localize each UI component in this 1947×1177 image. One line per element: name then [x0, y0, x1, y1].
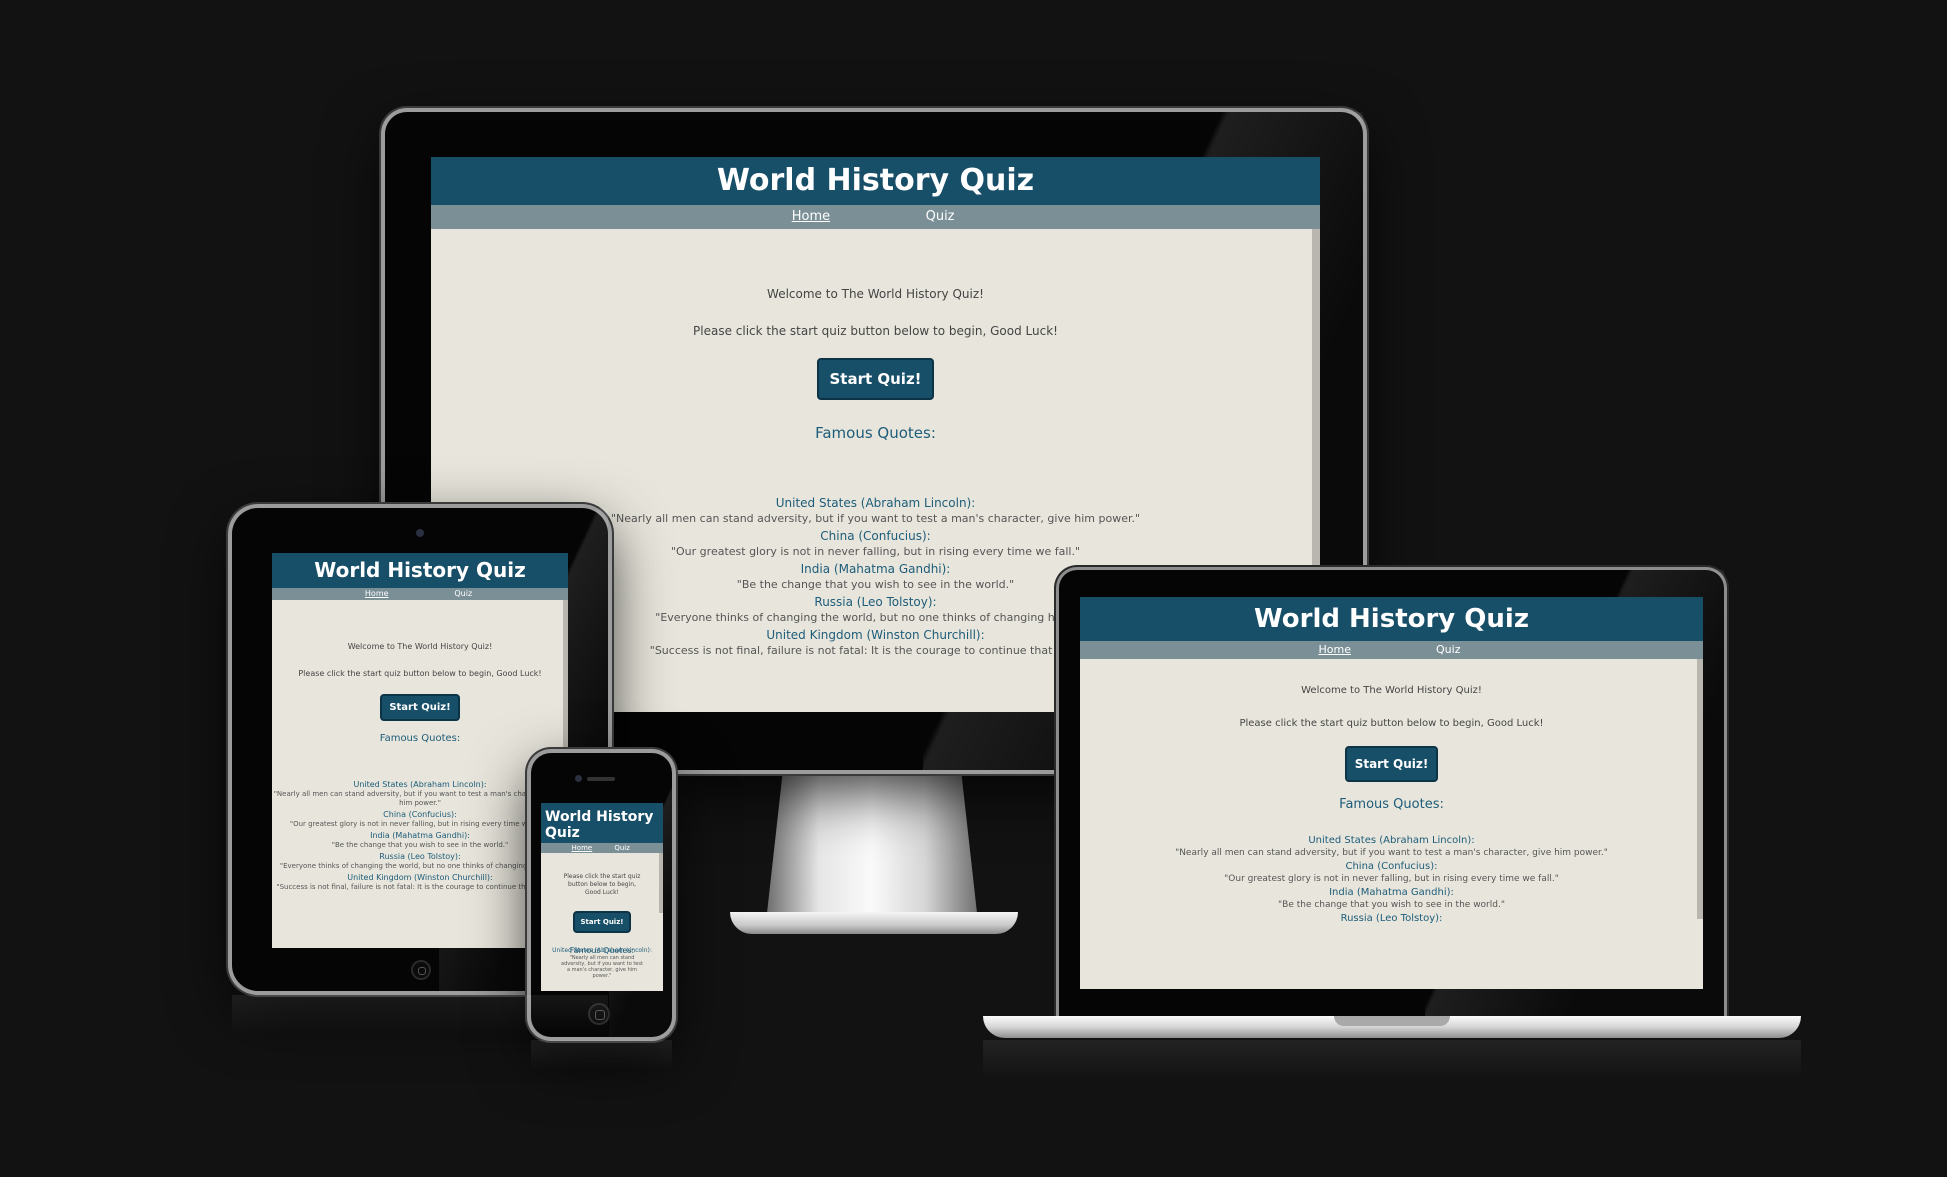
main-content: Welcome to The World History Quiz! Pleas… [272, 600, 568, 892]
quote-text: "Be the change that you wish to see in t… [331, 841, 509, 849]
phone-reflection [531, 1040, 672, 1070]
quote-country: Russia (Leo Tolstoy): [379, 852, 461, 861]
main-content: Welcome to The World History Quiz! Pleas… [541, 853, 663, 979]
scrollbar[interactable] [1697, 659, 1703, 919]
quote-country: China (Confucius): [1345, 861, 1438, 872]
home-button-icon[interactable] [411, 960, 431, 980]
quote-text: "Nearly all men can stand adversity, but… [273, 790, 567, 807]
nav-quiz-link[interactable]: Quiz [1393, 641, 1503, 659]
nav-quiz-link[interactable]: Quiz [878, 205, 1003, 229]
nav-home-link[interactable]: Home [563, 843, 601, 853]
laptop-reflection [983, 1040, 1801, 1080]
instructions-text: Please click the start quiz button below… [563, 873, 641, 896]
quotes-heading: Famous Quotes: [815, 424, 936, 442]
quote-country: India (Mahatma Gandhi): [1329, 887, 1454, 898]
quote-country: Russia (Leo Tolstoy): [1340, 913, 1443, 924]
quote-text: "Be the change that you wish to see in t… [1278, 900, 1505, 910]
quote-country: China (Confucius): [383, 810, 457, 819]
laptop-notch [1334, 1016, 1450, 1026]
monitor-stand-neck [766, 770, 978, 922]
nav-quiz-link[interactable]: Quiz [421, 588, 505, 600]
quote-text: "Success is not final, failure is not fa… [276, 883, 564, 891]
start-quiz-button[interactable]: Start Quiz! [817, 358, 934, 400]
nav-quiz-link[interactable]: Quiz [603, 843, 641, 853]
scrollbar[interactable] [659, 853, 663, 913]
quote-country: United States (Abraham Lincoln): [353, 780, 487, 789]
main-content: Welcome to The World History Quiz! Pleas… [1080, 659, 1703, 924]
laptop-screen: World History Quiz Home Quiz Welcome to … [1080, 597, 1703, 989]
page-title: World History Quiz [431, 157, 1320, 205]
nav-home-link[interactable]: Home [1280, 641, 1390, 659]
monitor-stand-base [730, 912, 1018, 934]
quote-country: United States (Abraham Lincoln): [1308, 835, 1475, 846]
nav-home-link[interactable]: Home [335, 588, 419, 600]
camera-icon [416, 529, 424, 537]
quotes-heading: Famous Quotes: [1339, 797, 1444, 812]
nav-bar: Home Quiz [1080, 641, 1703, 659]
welcome-text: Welcome to The World History Quiz! [1301, 685, 1482, 696]
welcome-text: Welcome to The World History Quiz! [767, 287, 984, 301]
quote-country: United Kingdom (Winston Churchill): [347, 873, 493, 882]
nav-bar: Home Quiz [431, 205, 1320, 229]
start-quiz-button[interactable]: Start Quiz! [380, 694, 460, 721]
start-quiz-button[interactable]: Start Quiz! [1344, 746, 1439, 782]
quote-text: "Everyone thinks of changing the world, … [279, 862, 561, 870]
camera-icon [575, 775, 582, 782]
nav-bar: Home Quiz [272, 588, 568, 600]
quote-text: "Our greatest glory is not in never fall… [289, 820, 551, 828]
quotes-heading: Famous Quotes: [379, 733, 461, 744]
start-quiz-button[interactable]: Start Quiz! [572, 911, 632, 933]
quote-text: "Nearly all men can stand adversity, but… [561, 955, 643, 979]
phone-screen: World History Quiz Home Quiz Welcome to … [541, 803, 663, 991]
tablet-reflection [232, 995, 608, 1035]
speaker-icon [587, 777, 615, 781]
quote-country: India (Mahatma Gandhi): [370, 831, 470, 840]
nav-home-link[interactable]: Home [748, 205, 873, 229]
instructions-text: Please click the start quiz button below… [298, 669, 542, 678]
instructions-text: Please click the start quiz button below… [1239, 718, 1544, 729]
page-title: World History Quiz [1080, 597, 1703, 641]
tablet-screen: World History Quiz Home Quiz Welcome to … [272, 553, 568, 948]
quote-text: "Our greatest glory is not in never fall… [1224, 874, 1559, 884]
instructions-text: Please click the start quiz button below… [693, 324, 1058, 338]
quote-text: "Nearly all men can stand adversity, but… [1175, 848, 1608, 858]
page-title: World History Quiz [272, 553, 568, 588]
quote-country: United States (Abraham Lincoln): [552, 947, 652, 954]
welcome-text: Welcome to The World History Quiz! [347, 642, 493, 651]
nav-bar: Home Quiz [541, 843, 663, 853]
page-title: World History Quiz [541, 803, 663, 843]
